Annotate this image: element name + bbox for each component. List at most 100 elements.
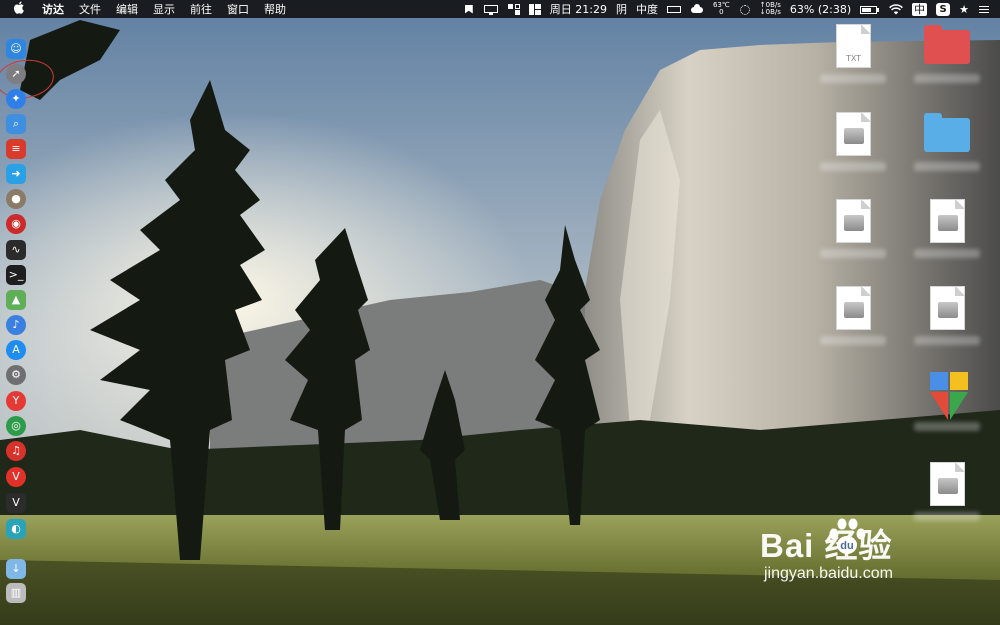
input-method[interactable]: 中 xyxy=(912,1,928,17)
vim-icon: V xyxy=(6,492,26,513)
screenshot-icon[interactable] xyxy=(507,3,520,15)
drive-icon xyxy=(938,215,958,231)
clock[interactable]: 周日 21:29 xyxy=(550,1,607,17)
dock-item-preview-search[interactable]: ⌕ xyxy=(3,112,29,135)
menu-finder[interactable]: 访达 xyxy=(42,1,64,17)
maps-icon: ▲ xyxy=(6,289,26,310)
dock-item-safari[interactable]: ✦ xyxy=(3,87,29,110)
keyboard-icon[interactable] xyxy=(666,4,681,15)
dock-item-vivaldi[interactable]: V xyxy=(3,465,29,488)
desktop-icon-blue-folder[interactable] xyxy=(914,112,980,172)
s-app-icon[interactable]: S xyxy=(936,2,951,16)
dock-item-netease-music[interactable]: ♫ xyxy=(3,439,29,462)
disk-image-icon xyxy=(836,112,871,156)
menu-file[interactable]: 文件 xyxy=(79,1,101,17)
netease-music-icon: ♫ xyxy=(6,440,26,461)
dock-item-app-stone[interactable]: ● xyxy=(3,187,29,210)
bookmark-icon[interactable] xyxy=(463,4,475,15)
dock-item-finder[interactable]: ☺ xyxy=(3,37,29,60)
desktop-icon-disk-image-5[interactable] xyxy=(914,286,980,346)
menu-view[interactable]: 显示 xyxy=(153,1,175,17)
apple-menu-icon[interactable] xyxy=(12,1,26,17)
trash-icon: ▥ xyxy=(6,582,26,603)
dock-item-activity-monitor[interactable]: ∿ xyxy=(3,238,29,261)
window-layout-icon[interactable] xyxy=(528,3,541,15)
chrome-icon: ◎ xyxy=(6,415,26,436)
dock-item-chrome[interactable]: ◎ xyxy=(3,414,29,437)
red-folder-icon xyxy=(924,25,970,64)
terminal-icon: >_ xyxy=(6,264,26,285)
desktop-icon-disk-image-2[interactable] xyxy=(820,199,886,259)
baidu-jingyan-watermark: Bai 经验 du jingyan.baidu.com xyxy=(760,513,960,601)
battery-status[interactable]: 63% (2:38) xyxy=(790,3,851,16)
blurred-filename xyxy=(914,74,980,83)
desktop-icon-disk-image-3[interactable] xyxy=(914,199,980,259)
blue-folder-icon xyxy=(924,113,970,152)
fan-icon[interactable] xyxy=(739,4,751,15)
blurred-filename xyxy=(820,162,886,171)
dock-item-app-red[interactable]: ≡ xyxy=(3,137,29,160)
app-red-round-icon: ◉ xyxy=(6,213,26,234)
migration-icon: ➜ xyxy=(6,163,26,184)
wifi-icon[interactable] xyxy=(889,3,904,15)
dock-item-app-teal[interactable]: ◐ xyxy=(3,517,29,540)
dock-item-app-store[interactable]: A xyxy=(3,338,29,361)
desktop-icon-red-folder[interactable] xyxy=(914,24,980,84)
desktop-icon-disk-image-1[interactable] xyxy=(820,112,886,172)
app-stone-icon: ● xyxy=(6,188,26,209)
menu-window[interactable]: 窗口 xyxy=(227,1,249,17)
dock-item-system-preferences[interactable]: ⚙ xyxy=(3,363,29,386)
cpu-temp-sub: 0 xyxy=(719,8,724,16)
weather-status[interactable]: 阴 xyxy=(616,1,627,17)
menu-help[interactable]: 帮助 xyxy=(264,1,286,17)
disk-image-icon xyxy=(930,462,965,506)
blurred-filename xyxy=(820,74,886,83)
menu-go[interactable]: 前往 xyxy=(190,1,212,17)
dock-item-downloads-folder[interactable]: ↓ xyxy=(3,557,29,580)
desktop-icon-disk-image-4[interactable] xyxy=(820,286,886,346)
s-app-label: S xyxy=(936,3,951,16)
svg-text:du: du xyxy=(840,540,853,552)
vivaldi-icon: V xyxy=(6,466,26,487)
dock: ☺ ➚ ✦ ⌕ ≡ ➜ ● ◉ ∿ >_ ▲ ♪ A ⚙ Y ◎ ♫ V V ◐ ↓ ▥ xyxy=(0,37,57,607)
dock-item-migration[interactable]: ➜ xyxy=(3,162,29,185)
star-icon[interactable]: ★ xyxy=(959,3,969,16)
display-icon[interactable] xyxy=(483,4,499,15)
dock-item-yandex[interactable]: Y xyxy=(3,389,29,412)
drive-icon xyxy=(844,128,864,144)
disk-image-icon xyxy=(930,199,965,243)
battery-icon[interactable] xyxy=(860,4,880,15)
system-preferences-icon: ⚙ xyxy=(6,364,26,385)
dock-item-siri[interactable]: ♪ xyxy=(3,313,29,336)
file-extension: TXT xyxy=(845,54,862,63)
dock-item-launchpad[interactable]: ➚ xyxy=(3,62,29,85)
yandex-icon: Y xyxy=(6,390,26,411)
drive-icon xyxy=(938,302,958,318)
text-file-icon: TXT xyxy=(836,24,871,68)
dock-item-terminal[interactable]: >_ xyxy=(3,263,29,286)
dock-item-maps[interactable]: ▲ xyxy=(3,288,29,311)
cpu-temperature: 63℃ 0 xyxy=(713,2,730,16)
app-store-icon: A xyxy=(6,339,26,360)
desktop-icon-txt-file[interactable]: TXT xyxy=(820,24,886,84)
dock-item-app-red-round[interactable]: ◉ xyxy=(3,212,29,235)
control-center-icon[interactable] xyxy=(978,4,990,15)
blurred-filename xyxy=(914,249,980,258)
drive-icon xyxy=(844,215,864,231)
preview-search-icon: ⌕ xyxy=(6,113,26,134)
office-app-icon xyxy=(930,372,968,420)
menu-edit[interactable]: 编辑 xyxy=(116,1,138,17)
finder-icon: ☺ xyxy=(6,38,26,59)
dock-item-trash[interactable]: ▥ xyxy=(3,581,29,604)
disk-image-icon xyxy=(836,199,871,243)
air-quality-status[interactable]: 中度 xyxy=(636,1,658,17)
app-red-icon: ≡ xyxy=(6,138,26,159)
cloud-icon[interactable] xyxy=(690,3,704,15)
desktop-icon-office-app[interactable] xyxy=(914,372,980,432)
drive-icon xyxy=(938,478,958,494)
blurred-filename xyxy=(914,336,980,345)
safari-icon: ✦ xyxy=(6,88,26,109)
activity-monitor-icon: ∿ xyxy=(6,239,26,260)
downloads-folder-icon: ↓ xyxy=(6,558,26,579)
dock-item-vim[interactable]: V xyxy=(3,491,29,514)
